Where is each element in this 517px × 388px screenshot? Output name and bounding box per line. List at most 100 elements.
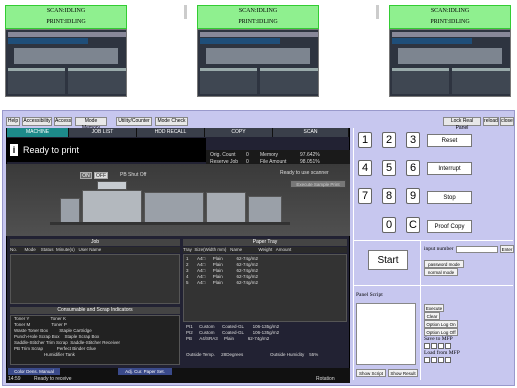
thumbnail-status: SCAN:IDLING PRINT:IDLING [197,5,319,29]
divider [353,285,513,286]
key-7[interactable]: 7 [358,188,372,204]
job-header: Job [10,239,180,246]
key-6[interactable]: 6 [406,160,420,176]
scanner-status: Ready to use scanner [280,170,329,176]
key-8[interactable]: 8 [382,188,396,204]
key-0[interactable]: 0 [382,217,396,233]
thumbnail-divider [184,5,187,19]
thumbnail-status: SCAN:IDLING PRINT:IDLING [5,5,127,29]
ready-text: Ready to print [23,145,80,155]
lock-panel-button[interactable]: Lock Real Panel [443,117,481,131]
thumbnail-screen [5,29,127,97]
color-density-tab[interactable]: Color Dens. Manual [8,368,60,375]
table-row[interactable]: PB A4/SRA3 Plain 62-74g/m2 [186,336,269,342]
save-slot-4[interactable] [445,343,451,349]
machine-finisher [206,192,246,224]
password-mode-button[interactable]: password mode [424,260,464,268]
table-row[interactable]: 5 A4□ Plain 62-74g/m2 [186,280,258,286]
reset-button[interactable]: Reset [427,134,472,147]
thumbnail-divider [376,5,379,19]
reload-button[interactable]: reload [483,117,499,126]
session-thumbnail-3[interactable]: SCAN:IDLING PRINT:IDLING [389,5,511,97]
key-clear[interactable]: C [406,217,420,233]
session-thumbnail-2[interactable]: SCAN:IDLING PRINT:IDLING [197,5,319,97]
load-slot-3[interactable] [438,357,444,363]
mode-check-button[interactable]: Mode Check [155,117,188,126]
stop-button[interactable]: Stop [427,191,472,204]
input-number-label: input number [424,246,454,252]
machine-scanner [97,181,127,190]
normal-mode-button[interactable]: normal mode [424,268,458,276]
thumbnail-screen [389,29,511,97]
thumbnail-status: SCAN:IDLING PRINT:IDLING [389,5,511,29]
load-slot-1[interactable] [424,357,430,363]
clear-button[interactable]: Clear [424,312,440,320]
clock: 14:59 [8,376,21,382]
sample-print-button[interactable]: Execute Sample Print [290,180,346,188]
off-button[interactable]: OFF [94,172,108,179]
key-9[interactable]: 9 [406,188,420,204]
access-button[interactable]: Access [54,117,72,126]
load-from-mfp-label: Load from MFP [424,350,460,356]
tab-scan[interactable]: SCAN [273,128,349,137]
paper-tray-header: Paper Tray [183,239,347,246]
save-slot-2[interactable] [431,343,437,349]
input-number-field[interactable] [456,246,498,253]
info-icon: i [10,144,18,156]
ready-message: i Ready to print [6,138,206,162]
load-slot-4[interactable] [445,357,451,363]
tab-job-list[interactable]: JOB LIST [69,128,137,137]
show-result-button[interactable]: Show Result [388,369,418,377]
machine-unit [144,192,204,224]
save-slot-3[interactable] [438,343,444,349]
machine-floor [50,222,290,225]
paper-tray-columns: Tray Size(Width mm) Name Weight Amount [183,247,347,253]
divider [353,128,354,380]
save-slot-1[interactable] [424,343,430,349]
job-columns: No. Mode Status Minute(s) User Name [10,247,180,253]
help-button[interactable]: Help [6,117,20,126]
key-5[interactable]: 5 [382,160,396,176]
machine-engine [82,190,142,224]
on-button[interactable]: ON [80,172,92,179]
mode-memory-button[interactable]: Mode Memory [75,117,107,131]
option-log-off-button[interactable]: Option Log Off [424,328,458,336]
thumbnail-screen [197,29,319,97]
outside-temp: Outside Temp. 28Degrees [186,352,244,357]
tab-machine[interactable]: MACHINE [7,128,69,137]
key-2[interactable]: 2 [382,132,396,148]
close-button[interactable]: close [500,117,514,126]
key-3[interactable]: 3 [406,132,420,148]
consumables-header: Consumable and Scrap Indicators [10,307,180,314]
tab-hdd-recall[interactable]: HDD RECALL [137,128,205,137]
execute-button[interactable]: Execute [424,304,444,312]
adjust-paper-tab[interactable]: Adj. Cur. Paper Set. [118,368,172,375]
utility-counter-button[interactable]: Utility/Counter [116,117,152,126]
panel-script-label: Panel Script [356,292,383,298]
tab-copy[interactable]: COPY [205,128,273,137]
job-list [10,254,180,304]
accessibility-button[interactable]: Accessibility [22,117,52,126]
pb-shutoff-label: PB Shut Off [120,172,147,178]
save-to-mfp-label: Save to MFP [424,336,453,342]
key-4[interactable]: 4 [358,160,372,176]
key-1[interactable]: 1 [358,132,372,148]
outside-humidity: Outside Humidity 55% [270,352,319,357]
enter-button[interactable]: Enter [500,245,514,253]
consumable-row: Humidifier Tank [14,352,75,357]
proof-copy-button[interactable]: Proof Copy [427,220,472,233]
option-log-on-button[interactable]: Option Log On [424,320,458,328]
machine-feeder [60,198,80,224]
rotation-label: Rotation [316,376,335,382]
machine-stacker [248,196,282,224]
session-thumbnail-1[interactable]: SCAN:IDLING PRINT:IDLING [5,5,127,97]
divider [420,240,421,380]
session-thumbnail-strip: SCAN:IDLING PRINT:IDLING SCAN:IDLING PRINT… [0,0,517,104]
panel-script-textarea[interactable] [356,303,416,365]
load-slot-2[interactable] [431,357,437,363]
divider [353,240,513,241]
show-script-button[interactable]: Show Script [356,369,386,377]
start-button[interactable]: Start [368,250,408,270]
status-message: Ready to receive [34,376,72,382]
interrupt-button[interactable]: Interrupt [427,162,472,175]
